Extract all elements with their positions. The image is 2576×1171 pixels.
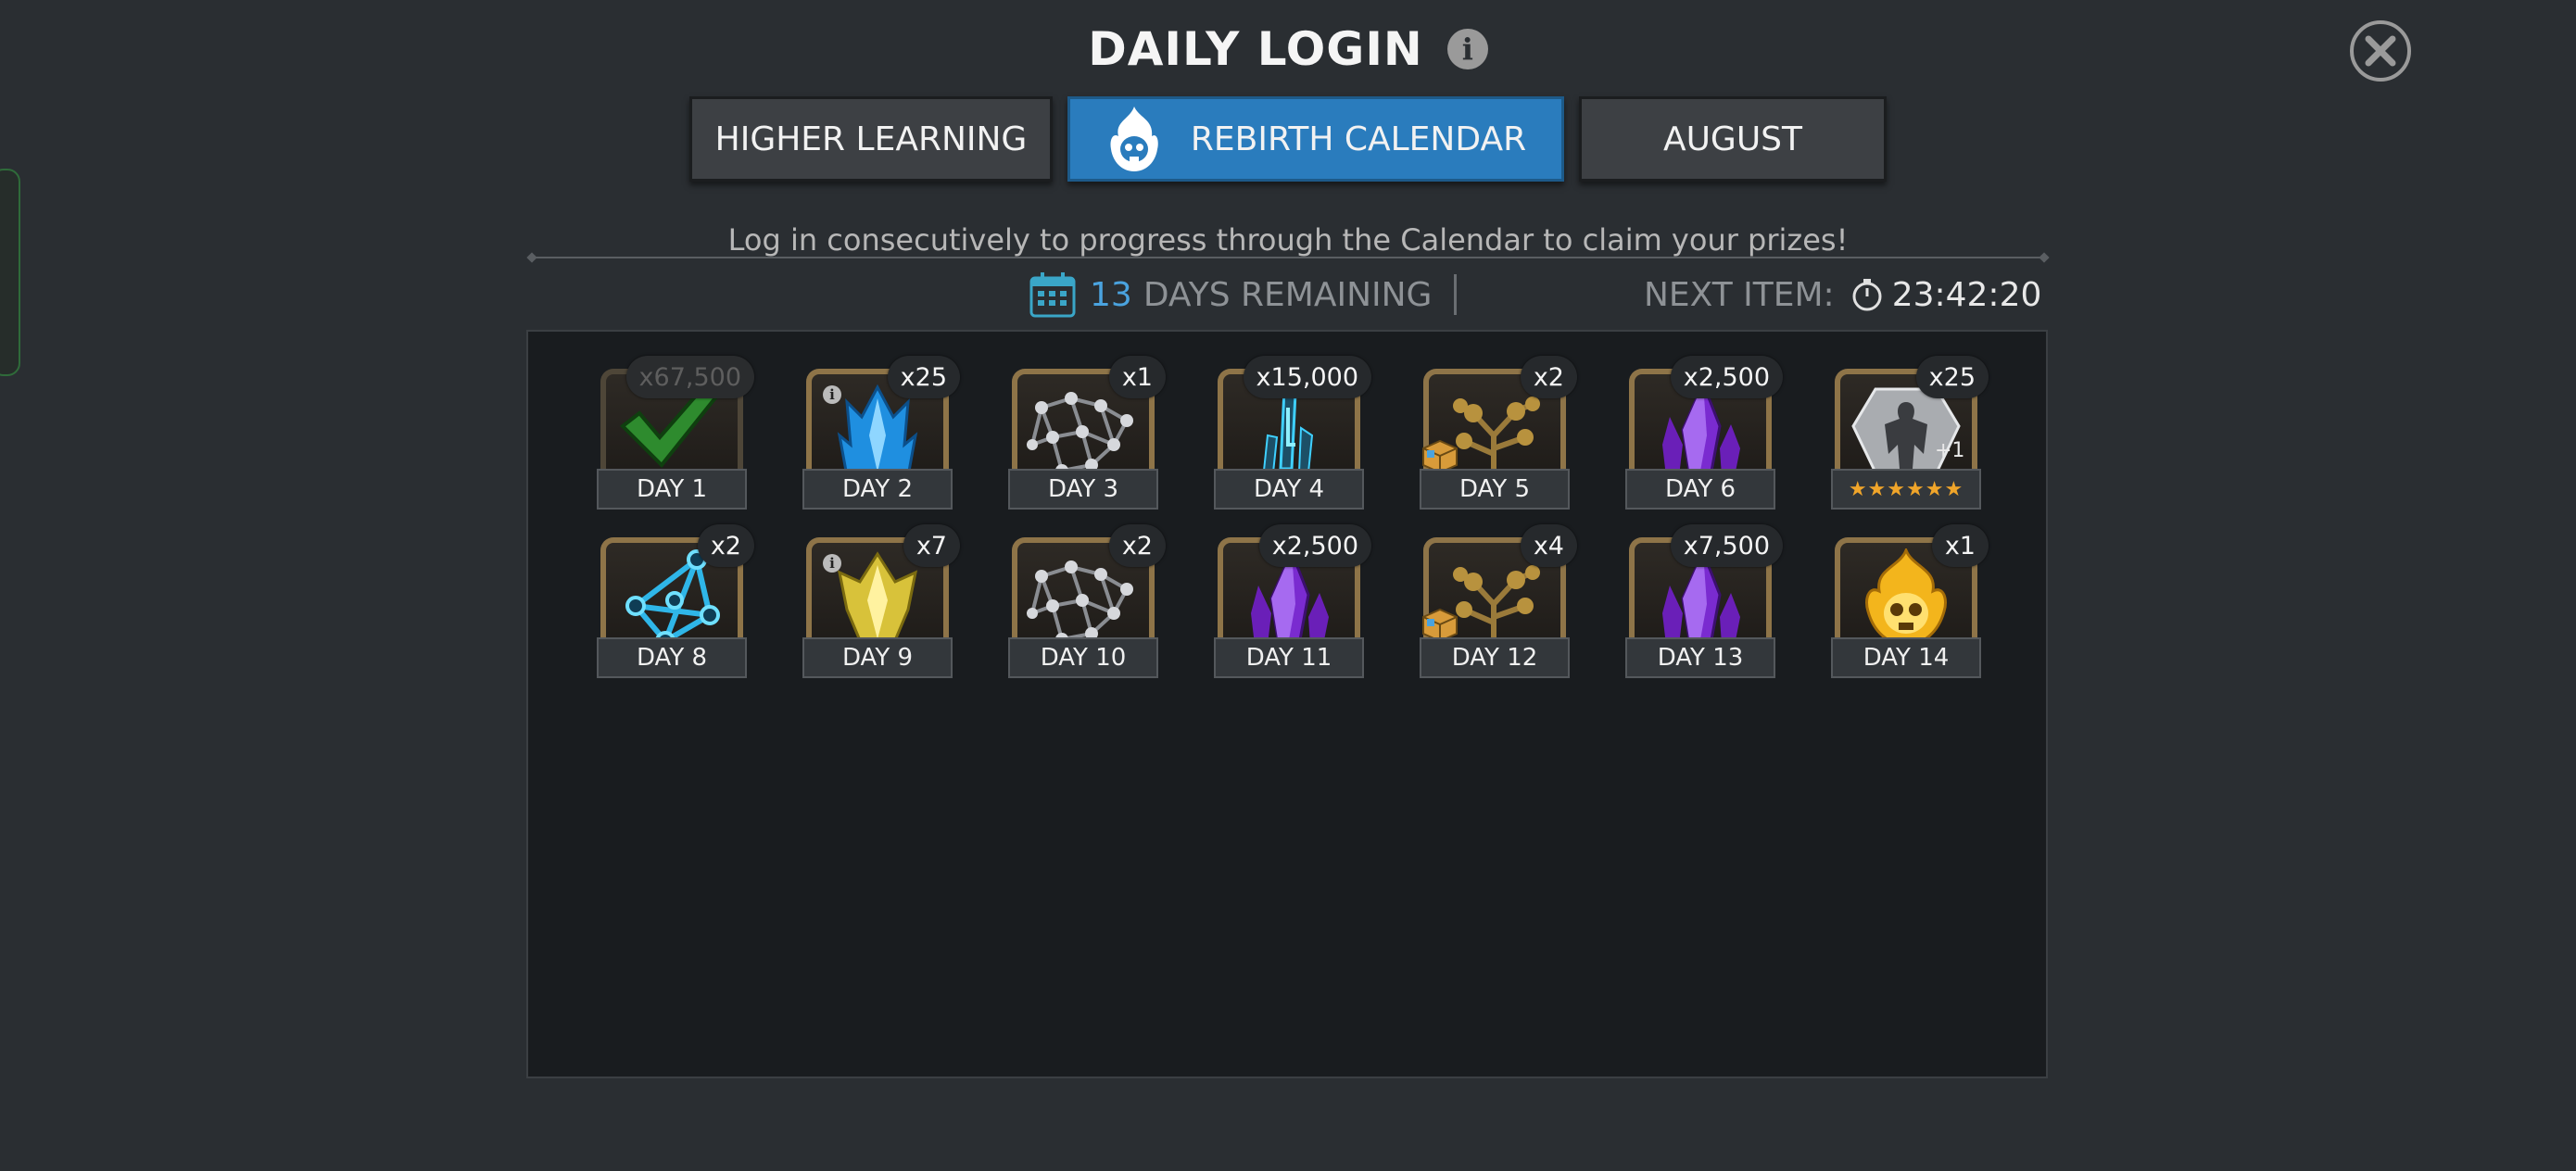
reward-day-14[interactable]: DAY 14 x1 bbox=[1831, 524, 1989, 686]
divider bbox=[532, 257, 2044, 258]
separator bbox=[1454, 274, 1458, 315]
reward-day-2[interactable]: i DAY 2 x25 bbox=[802, 356, 960, 517]
page-title: DAILY LOGIN bbox=[1088, 22, 1423, 76]
quantity-badge: x4 bbox=[1520, 524, 1577, 567]
next-item-time: 23:42:20 bbox=[1891, 275, 2042, 314]
day-label: DAY 1 bbox=[597, 469, 747, 510]
close-icon bbox=[2365, 35, 2396, 67]
reward-day-13[interactable]: DAY 13 x7,500 bbox=[1625, 524, 1783, 686]
quantity-badge: x7 bbox=[903, 524, 960, 567]
next-item-label: NEXT ITEM: bbox=[1644, 275, 1835, 314]
day-label: DAY 5 bbox=[1420, 469, 1570, 510]
calendar-icon bbox=[1029, 272, 1076, 318]
header: DAILY LOGIN i bbox=[0, 17, 2576, 82]
reward-day-12[interactable]: DAY 12 x4 bbox=[1420, 524, 1577, 686]
next-item-timer: NEXT ITEM: 23:42:20 bbox=[1644, 269, 2041, 321]
instruction-text: Log in consecutively to progress through… bbox=[727, 222, 1849, 258]
day-label: DAY 12 bbox=[1420, 637, 1570, 678]
reward-day-7[interactable]: +1 ★★★★★★ x25 bbox=[1831, 356, 1989, 517]
reward-day-6[interactable]: DAY 6 x2,500 bbox=[1625, 356, 1783, 517]
flaming-skull-icon bbox=[1110, 107, 1158, 171]
days-remaining-label: DAYS REMAINING bbox=[1143, 275, 1433, 314]
day-label: DAY 4 bbox=[1214, 469, 1364, 510]
reward-day-10[interactable]: DAY 10 x2 bbox=[1008, 524, 1166, 686]
day-label: DAY 11 bbox=[1214, 637, 1364, 678]
quantity-badge: x2 bbox=[697, 524, 754, 567]
info-icon[interactable]: i bbox=[1446, 29, 1488, 69]
close-button[interactable] bbox=[2350, 20, 2411, 82]
reward-day-11[interactable]: DAY 11 x2,500 bbox=[1214, 524, 1371, 686]
reward-day-3[interactable]: DAY 3 x1 bbox=[1008, 356, 1166, 517]
quantity-badge: x2,500 bbox=[1670, 356, 1783, 398]
reward-day-1[interactable]: DAY 1 x67,500 bbox=[597, 356, 754, 517]
reward-day-9[interactable]: i DAY 9 x7 bbox=[802, 524, 960, 686]
tab-higher-learning[interactable]: HIGHER LEARNING bbox=[689, 96, 1053, 182]
day-label: DAY 6 bbox=[1625, 469, 1775, 510]
six-star-rating: ★★★★★★ bbox=[1848, 477, 1964, 501]
day-label: DAY 14 bbox=[1831, 637, 1981, 678]
quantity-badge: x25 bbox=[1915, 356, 1989, 398]
day-label: DAY 3 bbox=[1008, 469, 1158, 510]
calendar-tabs: HIGHER LEARNING REBIRTH CALENDAR AUGUST bbox=[0, 96, 2576, 182]
quantity-badge: x25 bbox=[887, 356, 960, 398]
reward-day-8[interactable]: DAY 8 x2 bbox=[597, 524, 754, 686]
info-icon[interactable]: i bbox=[823, 554, 841, 573]
quantity-badge: x67,500 bbox=[625, 356, 754, 398]
calendar-panel: DAY 1 x67,500 i DAY 2 x25 DAY 3 x1 DAY 4… bbox=[526, 330, 2048, 1078]
quantity-badge: x2 bbox=[1520, 356, 1577, 398]
tab-label: AUGUST bbox=[1662, 120, 1803, 158]
side-panel-handle[interactable] bbox=[0, 169, 20, 376]
reward-day-5[interactable]: DAY 5 x2 bbox=[1420, 356, 1577, 517]
quantity-badge: x7,500 bbox=[1670, 524, 1783, 567]
day-label: DAY 8 bbox=[597, 637, 747, 678]
day-label: DAY 2 bbox=[802, 469, 953, 510]
tab-rebirth-calendar[interactable]: REBIRTH CALENDAR bbox=[1067, 96, 1564, 182]
day-label: DAY 9 bbox=[802, 637, 953, 678]
reward-day-4[interactable]: DAY 4 x15,000 bbox=[1214, 356, 1371, 517]
tab-label: REBIRTH CALENDAR bbox=[1190, 120, 1527, 158]
day-label: DAY 10 bbox=[1008, 637, 1158, 678]
days-remaining-count: 13 bbox=[1090, 275, 1132, 314]
tab-label: HIGHER LEARNING bbox=[714, 120, 1028, 158]
quantity-badge: x1 bbox=[1108, 356, 1166, 398]
rewards-grid: DAY 1 x67,500 i DAY 2 x25 DAY 3 x1 DAY 4… bbox=[597, 356, 1989, 686]
badge-plus-one: +1 bbox=[1935, 439, 1965, 462]
day-label: DAY 13 bbox=[1625, 637, 1775, 678]
quantity-badge: x2,500 bbox=[1258, 524, 1371, 567]
day-label: ★★★★★★ bbox=[1831, 469, 1981, 510]
quantity-badge: x15,000 bbox=[1243, 356, 1371, 398]
tab-august[interactable]: AUGUST bbox=[1579, 96, 1887, 182]
info-icon[interactable]: i bbox=[823, 385, 841, 404]
quantity-badge: x1 bbox=[1931, 524, 1989, 567]
quantity-badge: x2 bbox=[1108, 524, 1166, 567]
stopwatch-icon bbox=[1852, 279, 1882, 311]
days-remaining: 13 DAYS REMAINING bbox=[1029, 269, 1458, 321]
